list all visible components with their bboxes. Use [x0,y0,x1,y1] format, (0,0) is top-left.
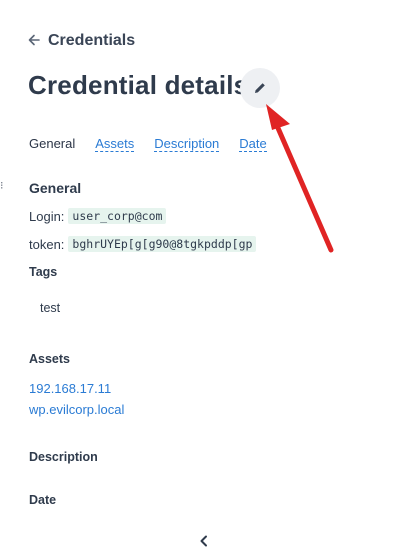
tab-description[interactable]: Description [154,136,220,152]
collapse-button[interactable] [196,533,212,549]
assets-section-title: Assets [29,352,70,366]
arrow-left-icon[interactable] [27,33,41,47]
asset-link[interactable]: 192.168.17.11 [29,381,111,396]
login-value: user_corp@com [68,208,167,224]
edit-button[interactable] [240,68,280,108]
token-label: token: [29,236,65,252]
tab-general[interactable]: General [29,136,75,152]
general-section-title: General [29,180,82,196]
description-section-title: Description [29,450,98,464]
tag-item: test [40,301,61,315]
tab-date[interactable]: Date [239,136,267,152]
date-section-title: Date [29,493,57,507]
drag-handle-icon[interactable]: ⁝ [0,181,4,192]
pencil-icon [255,83,265,93]
login-row: Login: user_corp@com [29,208,167,224]
chevron-left-icon [200,535,207,547]
tags-section-title: Tags [29,265,58,279]
asset-link[interactable]: wp.evilcorp.local [29,402,124,417]
tab-bar: General Assets Description Date [29,136,287,152]
login-label: Login: [29,208,65,224]
page-title: Credential details [28,70,249,100]
tab-assets[interactable]: Assets [95,136,135,152]
token-row: token: bghrUYEp[g[g90@8tgkpddp[gp [29,236,257,252]
token-value: bghrUYEp[g[g90@8tgkpddp[gp [68,236,257,252]
breadcrumb[interactable]: Credentials [48,32,135,50]
